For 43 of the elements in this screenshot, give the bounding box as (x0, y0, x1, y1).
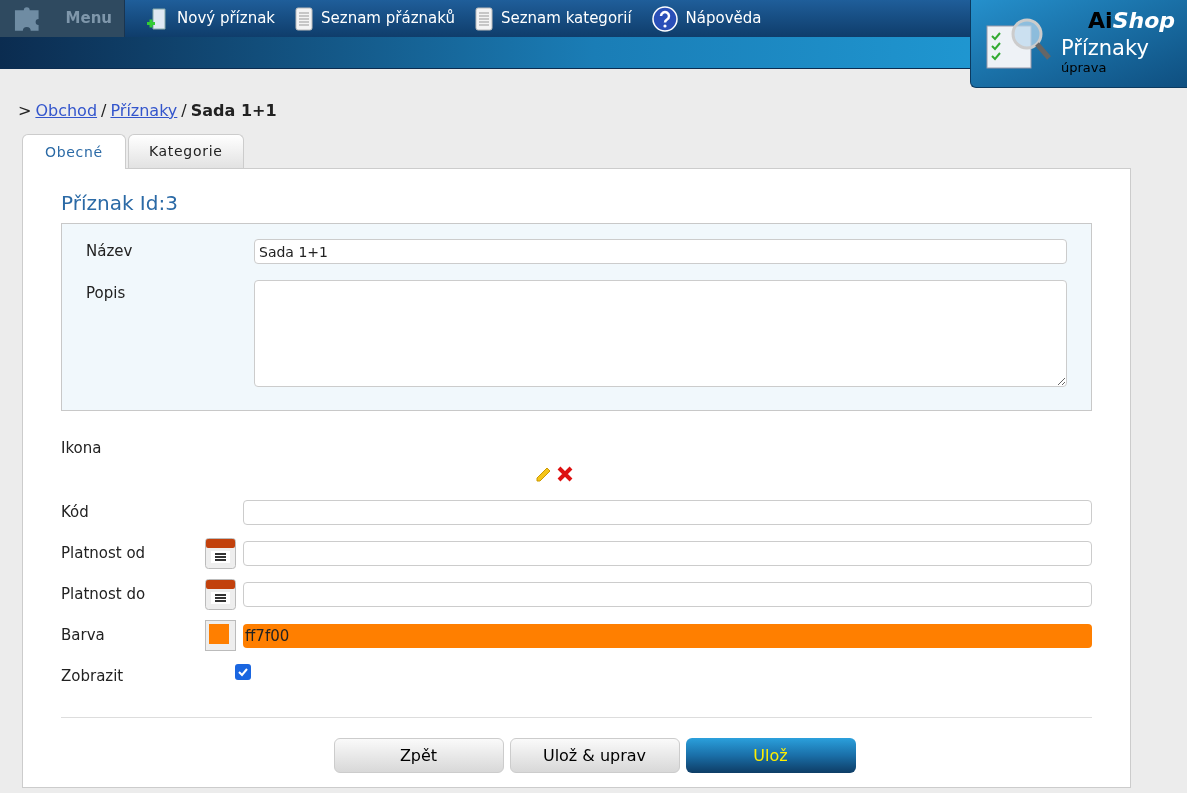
logo: AiShop (1088, 7, 1175, 35)
section-subtitle: úprava (1061, 59, 1108, 76)
color-field[interactable]: ff7f00 (243, 623, 1092, 648)
field-label: Barva (61, 625, 106, 647)
color-swatch-button[interactable] (205, 620, 236, 651)
form-heading: Příznak Id:3 (61, 191, 179, 215)
breadcrumb-separator: / (181, 100, 187, 122)
tab[interactable]: Kategorie (127, 134, 244, 168)
close-icon[interactable] (556, 465, 574, 483)
pencil-icon[interactable] (534, 465, 552, 483)
field-label: Platnost do (61, 584, 147, 606)
action-button[interactable]: Ulož (685, 738, 856, 773)
field-label: Popis (86, 283, 127, 304)
checkbox[interactable] (235, 663, 251, 680)
action-button[interactable]: Zpět (333, 738, 504, 773)
breadcrumb-link[interactable]: Obchod (35, 99, 98, 123)
section-title: Příznaky (1061, 35, 1149, 60)
calendar-icon[interactable] (205, 579, 236, 610)
input-field[interactable] (243, 500, 1092, 525)
toolbar-button[interactable]: Nápověda (651, 0, 762, 37)
field-label: Ikona (61, 438, 103, 459)
field-label: Název (86, 241, 134, 263)
toolbar-button[interactable]: Nový příznak (145, 0, 276, 37)
breadcrumb-separator: / (101, 100, 107, 122)
document-add-icon (145, 6, 169, 31)
field-label: Platnost od (61, 543, 147, 565)
breadcrumb-current: Sada 1+1 (190, 100, 277, 122)
help-icon (651, 5, 678, 32)
breadcrumb-prefix: > (18, 100, 32, 122)
toolbar-button[interactable]: Seznam přáznaků (295, 0, 455, 37)
document-icon (474, 6, 493, 31)
field-label: Zobrazit (61, 666, 125, 688)
field-label: Kód (61, 502, 90, 524)
document-icon (295, 6, 314, 31)
tab[interactable]: Obecné (22, 134, 126, 169)
action-button[interactable]: Ulož & uprav (509, 738, 680, 773)
calendar-icon[interactable] (205, 538, 236, 569)
text-area[interactable] (254, 280, 1067, 387)
breadcrumb-link[interactable]: Příznaky (110, 99, 178, 123)
input-field[interactable] (243, 541, 1092, 566)
toolbar-button[interactable]: Seznam kategorií (474, 0, 632, 37)
input-field[interactable] (243, 582, 1092, 607)
input-field[interactable]: Sada 1+1 (254, 239, 1067, 264)
